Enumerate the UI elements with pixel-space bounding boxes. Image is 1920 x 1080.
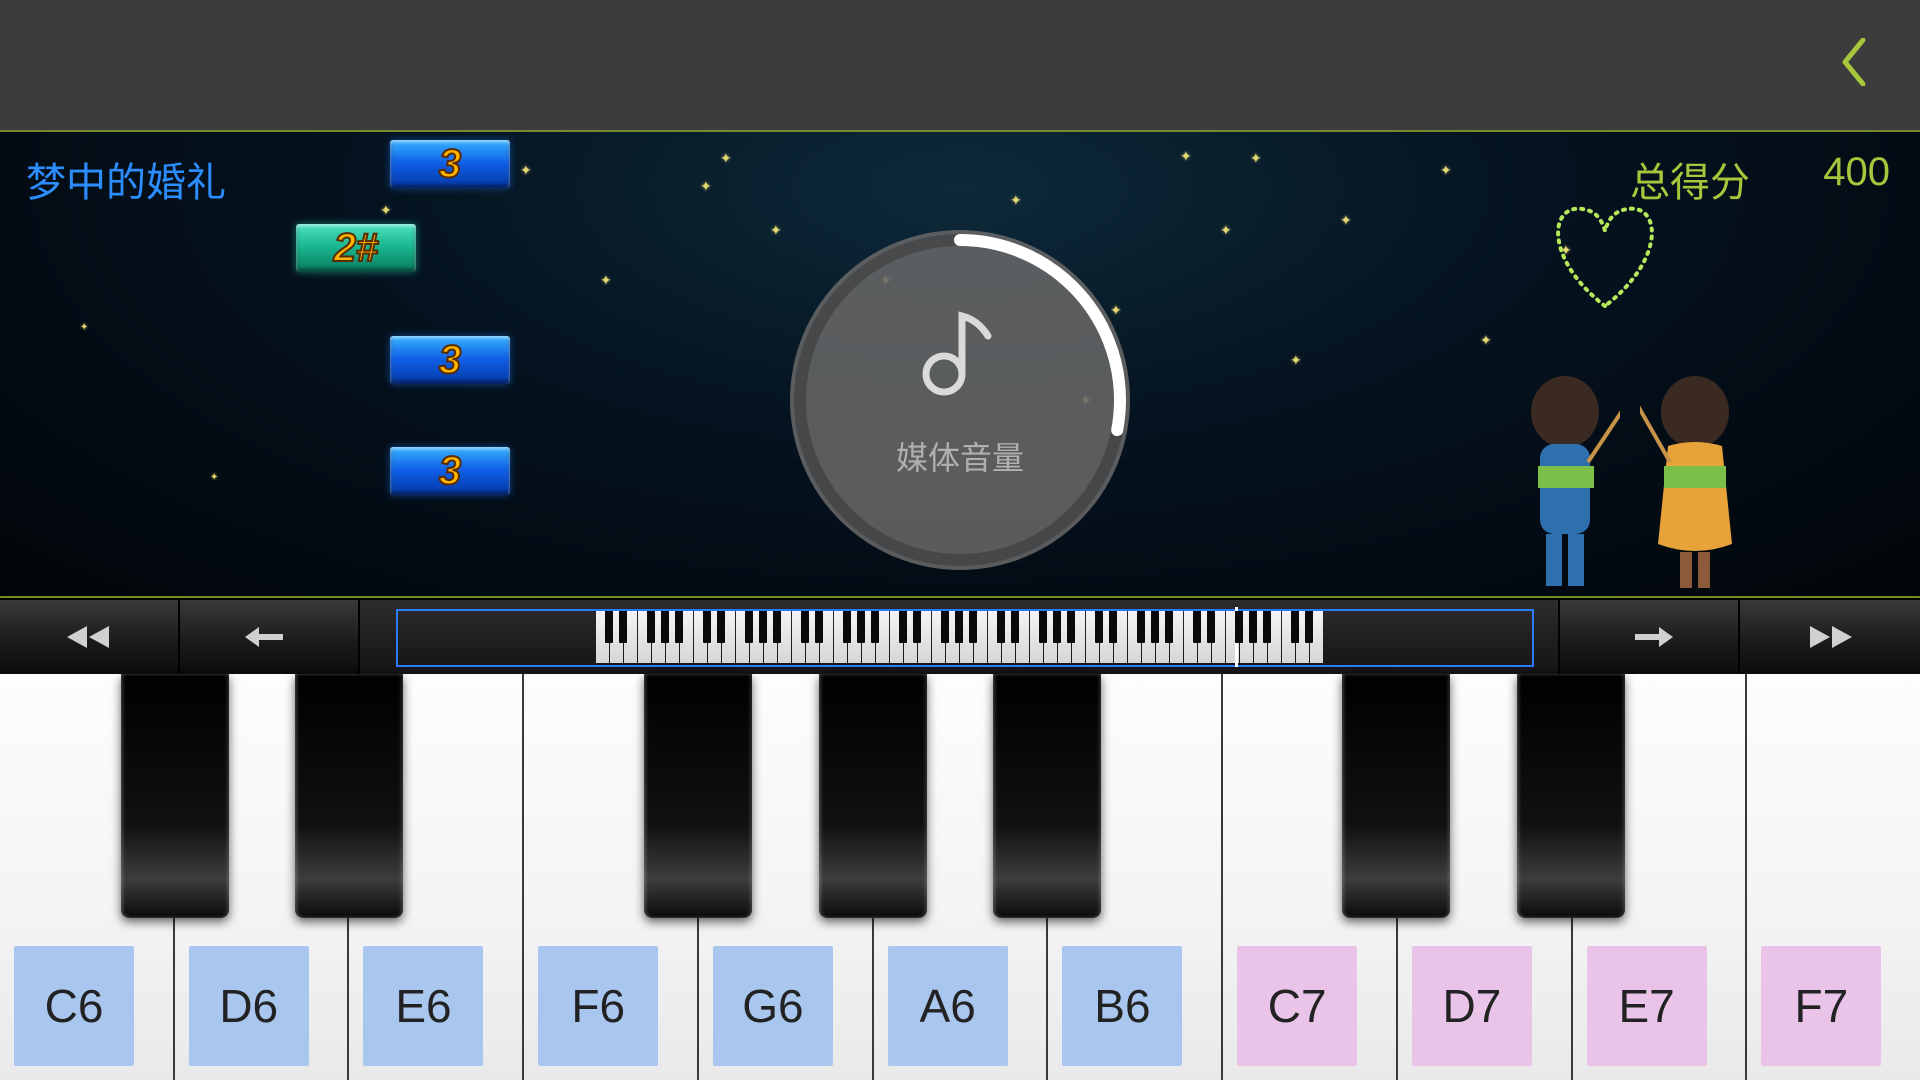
- black-key-8[interactable]: [1517, 674, 1625, 918]
- key-label: B6: [1062, 946, 1182, 1066]
- key-label: E6: [363, 946, 483, 1066]
- key-label: F7: [1761, 946, 1881, 1066]
- score-value: 400: [1823, 150, 1890, 195]
- fast-forward-button[interactable]: [1740, 600, 1920, 674]
- rewind-button[interactable]: [0, 600, 180, 674]
- fast-forward-icon: [1800, 622, 1860, 652]
- black-key-4[interactable]: [819, 674, 927, 918]
- app-root: 梦中的婚礼 总得分 400 ✦ ✦ ✦ ✦ ✦ ✦ ✦ ✦ ✦ ✦ ✦ ✦ ✦ …: [0, 0, 1920, 1080]
- top-bar: [0, 0, 1920, 130]
- child-left-art: [1510, 366, 1620, 596]
- falling-note-n3: 3: [390, 336, 510, 384]
- falling-note-n1: 3: [390, 140, 510, 188]
- note-fall-stage: 梦中的婚礼 总得分 400 ✦ ✦ ✦ ✦ ✦ ✦ ✦ ✦ ✦ ✦ ✦ ✦ ✦ …: [0, 130, 1920, 598]
- falling-note-n2: 2#: [296, 224, 416, 272]
- step-right-button[interactable]: [1560, 600, 1740, 674]
- black-key-0[interactable]: [121, 674, 229, 918]
- key-label: D7: [1412, 946, 1532, 1066]
- keyboard-minimap[interactable]: [360, 600, 1560, 674]
- key-label: C6: [14, 946, 134, 1066]
- key-label: F6: [538, 946, 658, 1066]
- back-button[interactable]: [1824, 32, 1884, 92]
- white-key-F7[interactable]: F7: [1745, 674, 1920, 1080]
- black-key-7[interactable]: [1342, 674, 1450, 918]
- score-label: 总得分: [1630, 150, 1750, 208]
- falling-note-n4: 3: [390, 447, 510, 495]
- step-left-button[interactable]: [180, 600, 360, 674]
- rewind-icon: [59, 622, 119, 652]
- piano-keyboard: C6 D6 E6 F6 G6 A6 B6 C7 D7 E7 F7: [0, 674, 1920, 1080]
- white-keys-row: C6 D6 E6 F6 G6 A6 B6 C7 D7 E7 F7: [0, 674, 1920, 1080]
- black-key-1[interactable]: [295, 674, 403, 918]
- child-right-art: [1640, 366, 1750, 596]
- black-key-3[interactable]: [644, 674, 752, 918]
- key-label: C7: [1237, 946, 1357, 1066]
- keyboard-nav-strip: [0, 598, 1920, 674]
- key-label: A6: [888, 946, 1008, 1066]
- arrow-right-icon: [1619, 622, 1679, 652]
- key-label: G6: [713, 946, 833, 1066]
- key-label: D6: [189, 946, 309, 1066]
- arrow-left-icon: [239, 622, 299, 652]
- chevron-left-icon: [1839, 38, 1869, 86]
- key-label: E7: [1587, 946, 1707, 1066]
- black-key-5[interactable]: [993, 674, 1101, 918]
- song-title: 梦中的婚礼: [26, 150, 226, 208]
